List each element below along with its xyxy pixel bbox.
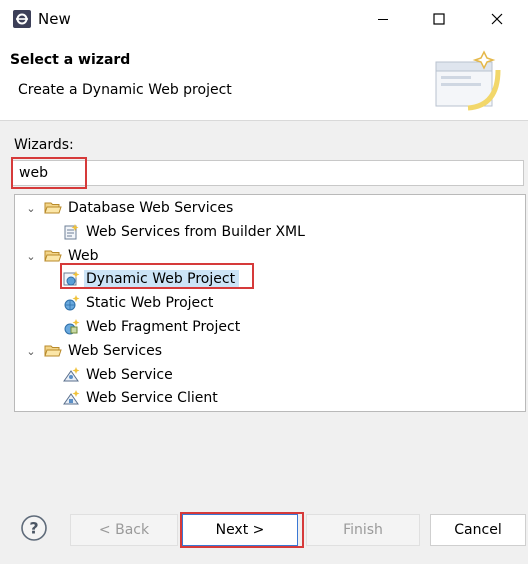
cancel-button[interactable]: Cancel	[430, 514, 526, 546]
folder-open-icon	[44, 345, 62, 357]
help-icon[interactable]: ?	[20, 514, 48, 542]
tree-category-web[interactable]: ⌄ Web	[26, 245, 99, 267]
close-button[interactable]	[468, 0, 526, 38]
window-title: New	[38, 10, 71, 28]
web-fragment-project-icon	[64, 319, 80, 335]
title-bar: New	[0, 0, 528, 38]
expand-chevron-icon[interactable]: ⌄	[26, 345, 36, 358]
eclipse-app-icon	[13, 10, 31, 28]
folder-open-icon	[44, 250, 62, 262]
tree-item-label: Static Web Project	[86, 295, 214, 311]
next-button[interactable]: Next >	[182, 514, 298, 546]
wizard-filter-input[interactable]	[12, 160, 524, 186]
tree-item-web-services-from-builder-xml[interactable]: Web Services from Builder XML	[62, 221, 305, 243]
web-services-icon	[64, 224, 79, 240]
tree-item-dynamic-web-project[interactable]: Dynamic Web Project	[62, 268, 240, 290]
tree-item-web-service-client[interactable]: Web Service Client	[62, 387, 218, 409]
svg-text:?: ?	[29, 519, 38, 538]
finish-button[interactable]: Finish	[306, 514, 420, 546]
banner-title: Select a wizard	[10, 52, 131, 68]
tree-item-label: Database Web Services	[68, 200, 234, 216]
web-service-icon	[63, 367, 80, 382]
web-service-client-icon	[63, 390, 80, 405]
back-button[interactable]: < Back	[70, 514, 178, 546]
tree-item-label: Web Service Client	[86, 390, 218, 406]
tree-item-static-web-project[interactable]: Static Web Project	[62, 292, 213, 314]
wizard-banner-graphic	[435, 50, 501, 111]
tree-item-label: Web Services	[68, 343, 163, 359]
wizard-banner: Select a wizard Create a Dynamic Web pro…	[0, 38, 528, 121]
expand-chevron-icon[interactable]: ⌄	[26, 202, 36, 215]
dynamic-web-project-icon	[63, 271, 80, 286]
folder-open-icon	[44, 202, 62, 214]
tree-item-label: Web	[68, 248, 99, 264]
expand-chevron-icon[interactable]: ⌄	[26, 250, 36, 263]
static-web-project-icon	[64, 295, 80, 311]
tree-item-web-service[interactable]: Web Service	[62, 364, 173, 386]
banner-description: Create a Dynamic Web project	[18, 82, 232, 98]
minimize-icon	[378, 19, 388, 20]
tree-item-label: Web Fragment Project	[86, 319, 241, 335]
maximize-button[interactable]	[410, 0, 468, 38]
tree-item-web-fragment-project[interactable]: Web Fragment Project	[62, 316, 240, 338]
tree-item-label: Web Service	[86, 367, 173, 383]
tree-item-label: Dynamic Web Project	[84, 270, 240, 288]
tree-item-label: Web Services from Builder XML	[86, 224, 305, 240]
close-icon	[491, 13, 503, 25]
maximize-icon	[433, 13, 445, 25]
minimize-button[interactable]	[354, 0, 412, 38]
wizards-label: Wizards:	[14, 137, 74, 153]
tree-category-web-services[interactable]: ⌄ Web Services	[26, 340, 162, 362]
tree-category-database-web-services[interactable]: ⌄ Database Web Services	[26, 197, 233, 219]
